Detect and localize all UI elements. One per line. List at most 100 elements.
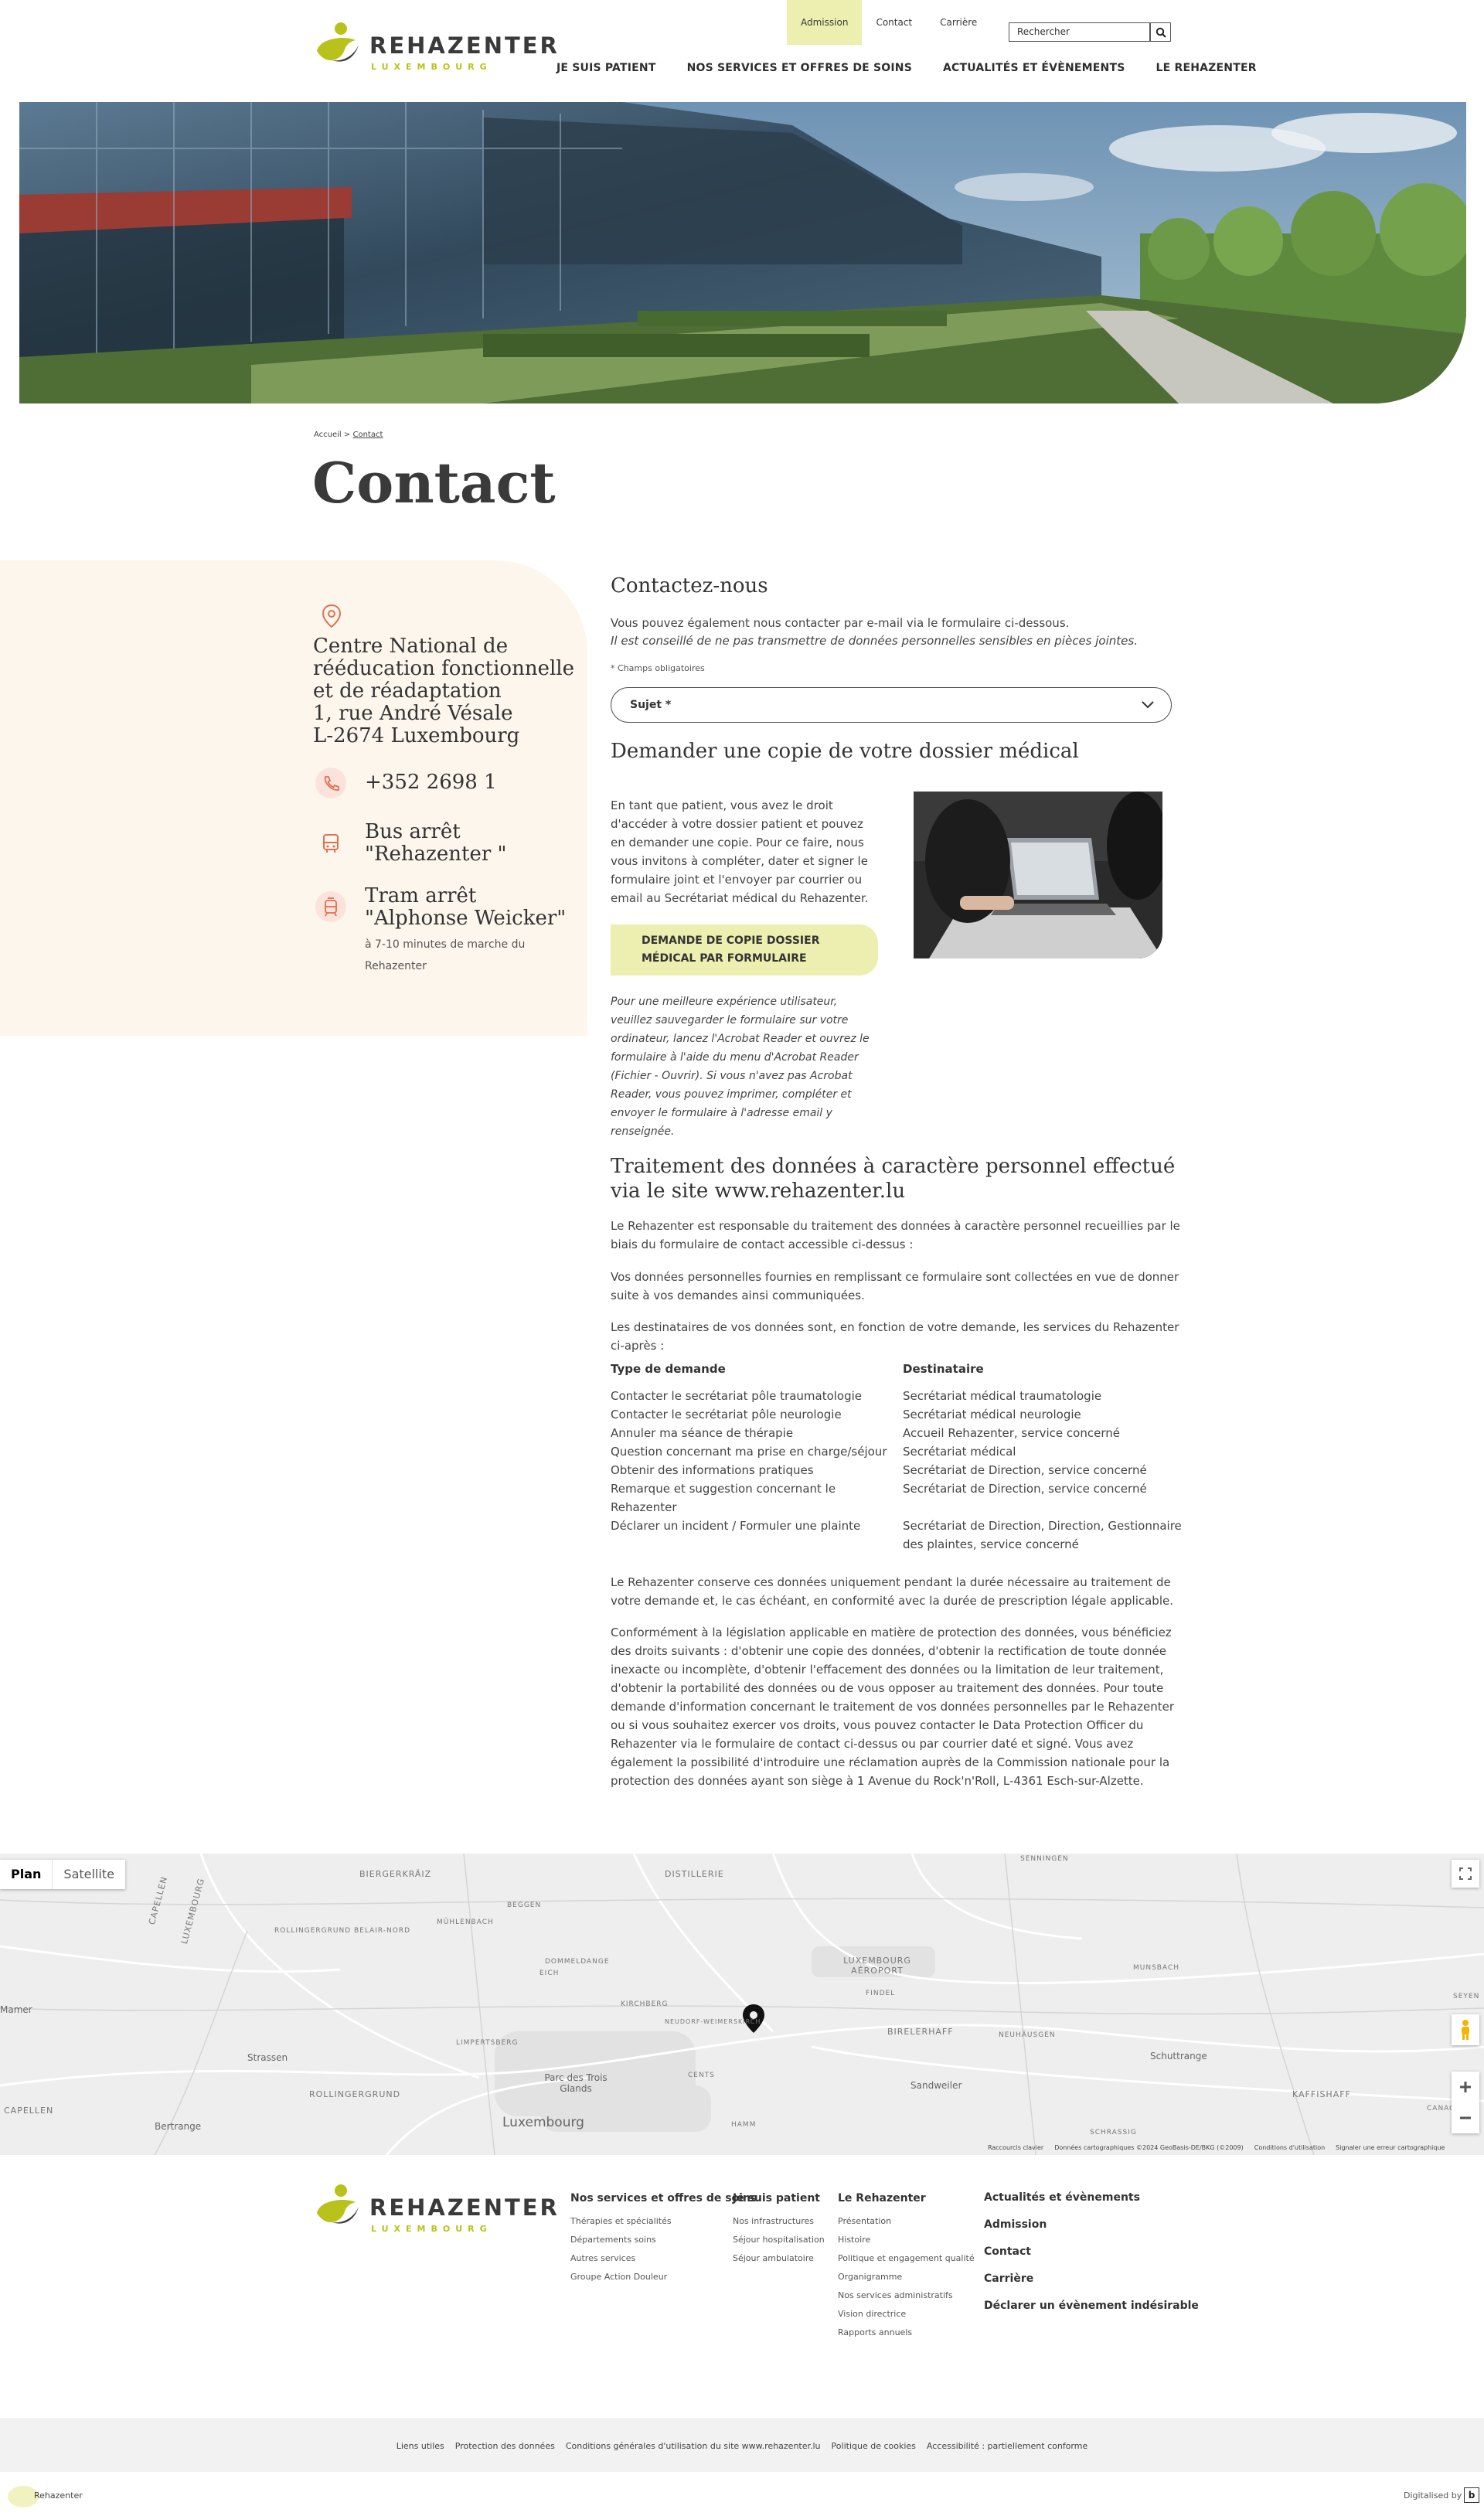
map-label: LIMPERTSBERG (456, 2039, 519, 2047)
map-tab-plan[interactable]: Plan (0, 1860, 52, 1889)
table-cell-type: Contacter le secrétariat pôle traumatolo… (611, 1389, 863, 1403)
footer-col-head[interactable]: Je suis patient (733, 2192, 825, 2204)
privacy-p5: Conformément à la législation applicable… (611, 1626, 1174, 1788)
legal-link[interactable]: Accessibilité : partiellement conforme (927, 2441, 1087, 2451)
main-nav: JE SUIS PATIENT NOS SERVICES ET OFFRES D… (556, 62, 1257, 74)
map-fullscreen-button[interactable] (1452, 1860, 1479, 1888)
tram-note: à 7-10 minutes de marche du Rehazenter (365, 938, 526, 972)
footer-link[interactable]: Politique et engagement qualité (838, 2249, 975, 2268)
footer-link[interactable]: Groupe Action Douleur (570, 2268, 757, 2286)
map-label: CAPELLEN (4, 2106, 54, 2116)
map-label: Parc des Trois Glands (544, 2072, 608, 2094)
map-label: NEUHÄUSGEN (999, 2031, 1056, 2039)
mainnav-actualites[interactable]: ACTUALITÉS ET ÉVÈNEMENTS (943, 62, 1125, 74)
footer-link[interactable]: Séjour ambulatoire (733, 2249, 825, 2268)
laptop-photo-image (914, 792, 1162, 958)
map-report-error[interactable]: Signaler une erreur cartographique (1336, 2144, 1445, 2151)
privacy-p1: Le Rehazenter est responsable du traitem… (611, 1219, 1180, 1251)
logo[interactable]: REHAZENTER LUXEMBOURG (315, 22, 557, 76)
topnav-admission[interactable]: Admission (787, 0, 863, 45)
privacy-p4: Le Rehazenter conserve ces données uniqu… (611, 1575, 1173, 1608)
search-form: Rechercher (1009, 22, 1171, 42)
footer-col-head[interactable]: Nos services et offres de soins (570, 2192, 757, 2204)
footer-link[interactable]: Autres services (570, 2249, 757, 2268)
footer-link[interactable]: Nos infrastructures (733, 2212, 825, 2231)
footer-logo[interactable]: REHAZENTER LUXEMBOURG (315, 2184, 557, 2238)
map-label: KIRCHBERG (621, 2000, 669, 2008)
street-view-button[interactable] (1452, 2014, 1479, 2045)
privacy-p3: Les destinataires de vos données sont, e… (611, 1320, 1179, 1353)
legal-link[interactable]: Protection des données (455, 2441, 555, 2451)
map-terms[interactable]: Conditions d'utilisation (1254, 2144, 1325, 2151)
map-label: KAFFISHAFF (1292, 2089, 1351, 2099)
contact-form-warning: Il est conseillé de ne pas transmettre d… (611, 634, 1138, 648)
footer-link-evenement[interactable]: Déclarer un évènement indésirable (984, 2293, 1199, 2320)
map-label: SCHRASSIG (1090, 2129, 1137, 2136)
map[interactable]: BIERGERKRÄIZ DISTILLERIE SENNINGEN CAPEL… (0, 1854, 1484, 2155)
location-pin-icon (322, 604, 342, 628)
privacy-table-head: Type de demande Destinataire (611, 1362, 1183, 1376)
breadcrumb: Accueil > Contact (314, 431, 383, 439)
map-label: BEGGEN (507, 1901, 542, 1909)
map-label: DISTILLERIE (665, 1869, 724, 1879)
privacy-p2: Vos données personnelles fournies en rem… (611, 1270, 1179, 1302)
breadcrumb-current[interactable]: Contact (352, 431, 383, 439)
map-tab-satellite[interactable]: Satellite (52, 1860, 125, 1889)
map-data-credit: Données cartographiques ©2024 GeoBasis-D… (1054, 2144, 1244, 2151)
footer-link[interactable]: Thérapies et spécialités (570, 2212, 757, 2231)
topnav-contact[interactable]: Contact (862, 0, 926, 45)
medical-form-button-line2: MÉDICAL PAR FORMULAIRE (642, 952, 807, 965)
medical-form-button[interactable]: DEMANDE DE COPIE DOSSIER MÉDICAL PAR FOR… (611, 924, 878, 975)
tram-stop: Tram arrêt "Alphonse Weicker" (365, 885, 566, 930)
fullscreen-icon (1459, 1867, 1472, 1880)
table-cell-type: Remarque et suggestion concernant le Reh… (611, 1482, 836, 1514)
footer-link[interactable]: Séjour hospitalisation (733, 2231, 825, 2249)
pegman-icon (1462, 2020, 1469, 2040)
footer-link-carriere[interactable]: Carrière (984, 2266, 1199, 2293)
footer-link[interactable]: Nos services administratifs (838, 2286, 975, 2305)
footer-link-actualites[interactable]: Actualités et évènements (984, 2184, 1199, 2211)
site-header: REHAZENTER LUXEMBOURG Admission Contact … (0, 0, 1484, 100)
search-button[interactable] (1150, 22, 1171, 42)
table-row: Contacter le secrétariat pôle neurologie… (611, 1405, 1183, 1424)
bus-label: Bus arrêt (365, 820, 461, 843)
footer-link-admission[interactable]: Admission (984, 2211, 1199, 2239)
footer-col-head[interactable]: Le Rehazenter (838, 2192, 975, 2204)
mainnav-patient[interactable]: JE SUIS PATIENT (556, 62, 656, 74)
privacy-table: Type de demande Destinataire Contacter l… (611, 1362, 1183, 1554)
breadcrumb-home[interactable]: Accueil (314, 431, 342, 439)
footer-link[interactable]: Histoire (838, 2231, 975, 2249)
contact-form-title: Contactez-nous (611, 574, 768, 598)
logo-mark-icon (317, 2184, 359, 2224)
mainnav-services[interactable]: NOS SERVICES ET OFFRES DE SOINS (687, 62, 912, 74)
legal-link[interactable]: Politique de cookies (832, 2441, 916, 2451)
contact-form-intro: Vous pouvez également nous contacter par… (611, 616, 1070, 630)
footer-link[interactable]: Départements soins (570, 2231, 757, 2249)
legal-link[interactable]: Liens utiles (397, 2441, 444, 2451)
topnav-carriere[interactable]: Carrière (926, 0, 991, 45)
zoom-in-button[interactable] (1452, 2072, 1479, 2102)
footer-logo-name: REHAZENTER (369, 2194, 560, 2221)
bus-icon (323, 834, 339, 853)
map-canvas (0, 1854, 1484, 2155)
digitalised-logo[interactable]: b (1464, 2487, 1479, 2503)
digitalised-label: Digitalised by (1404, 2490, 1462, 2501)
zoom-out-button[interactable] (1452, 2102, 1479, 2133)
footer-link[interactable]: Vision directrice (838, 2305, 975, 2324)
footer-link[interactable]: Présentation (838, 2212, 975, 2231)
cookie-badge-label[interactable]: Rehazenter (34, 2490, 83, 2501)
footer-link[interactable]: Rapports annuels (838, 2324, 975, 2342)
table-row: Obtenir des informations pratiques Secré… (611, 1461, 1183, 1479)
address-name: Centre National de rééducation fonctionn… (313, 635, 574, 703)
footer-link-contact[interactable]: Contact (984, 2239, 1199, 2266)
footer-link[interactable]: Organigramme (838, 2268, 975, 2286)
legal-link[interactable]: Conditions générales d'utilisation du si… (566, 2441, 821, 2451)
phone-number[interactable]: +352 2698 1 (365, 771, 497, 794)
map-keyboard-shortcuts[interactable]: Raccourcis clavier (988, 2144, 1043, 2151)
search-input[interactable]: Rechercher (1009, 22, 1150, 42)
mainnav-rehazenter[interactable]: LE REHAZENTER (1156, 62, 1257, 74)
subject-select[interactable]: Sujet * (611, 687, 1172, 723)
table-row: Annuler ma séance de thérapie Accueil Re… (611, 1424, 1183, 1442)
map-label: Luxembourg (502, 2115, 584, 2130)
subject-select-label: Sujet * (630, 699, 672, 711)
